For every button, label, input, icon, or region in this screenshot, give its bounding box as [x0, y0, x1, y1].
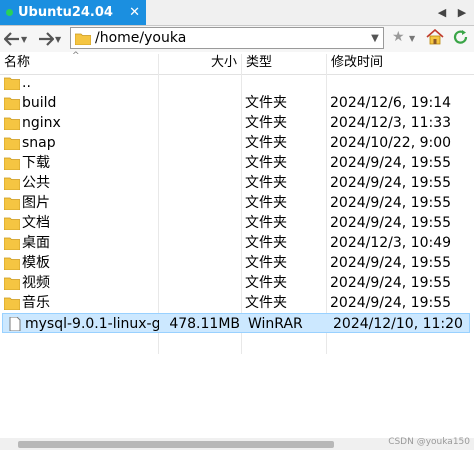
- file-name: ..: [22, 75, 31, 91]
- column-type[interactable]: 类型: [246, 52, 326, 74]
- folder-icon: [4, 217, 20, 230]
- folder-row[interactable]: 视频 文件夹 2024/9/24, 19:55: [0, 273, 474, 293]
- file-modified: 2024/12/6, 19:14: [330, 95, 452, 111]
- file-type: 文件夹: [245, 155, 287, 171]
- file-name: mysql-9.0.1-linux-gl...: [25, 316, 159, 332]
- path-input[interactable]: /home/youka ▼: [70, 27, 384, 49]
- file-modified: 2024/12/10, 11:20: [333, 316, 463, 332]
- refresh-button[interactable]: [452, 29, 470, 49]
- back-arrow-icon: [4, 32, 19, 46]
- home-button[interactable]: [426, 28, 444, 49]
- file-modified: 2024/9/24, 19:55: [330, 295, 452, 311]
- folder-icon: [4, 77, 20, 90]
- file-type: 文件夹: [245, 255, 287, 271]
- folder-icon: [4, 297, 20, 310]
- column-modified[interactable]: 修改时间: [331, 52, 471, 74]
- file-modified: 2024/12/3, 10:49: [330, 235, 452, 251]
- folder-icon: [4, 117, 20, 130]
- connection-status-icon: [6, 9, 13, 16]
- path-text: /home/youka: [95, 30, 187, 46]
- bookmark-dropdown-icon[interactable]: ▼: [409, 34, 415, 43]
- folder-row[interactable]: 图片 文件夹 2024/9/24, 19:55: [0, 193, 474, 213]
- file-type: 文件夹: [245, 135, 287, 151]
- toolbar: ▼ ▼ /home/youka ▼ ★ ▼: [0, 26, 474, 52]
- file-type: 文件夹: [245, 275, 287, 291]
- tab-bar: Ubuntu24.04 ✕ ◀ ▶: [0, 0, 474, 26]
- scroll-right-icon[interactable]: ▶: [454, 4, 470, 20]
- close-tab-icon[interactable]: ✕: [129, 5, 140, 20]
- folder-icon: [4, 237, 20, 250]
- file-type: 文件夹: [245, 95, 287, 111]
- refresh-icon: [453, 30, 468, 44]
- folder-icon: [4, 257, 20, 270]
- sort-ascending-icon: ^: [72, 51, 80, 61]
- folder-row[interactable]: build 文件夹 2024/12/6, 19:14: [0, 93, 474, 113]
- forward-button[interactable]: ▼: [38, 29, 61, 49]
- file-type: 文件夹: [245, 215, 287, 231]
- column-header: 名称 ^ 大小 类型 修改时间: [0, 51, 474, 75]
- scroll-left-icon[interactable]: ◀: [434, 4, 450, 20]
- folder-row[interactable]: 桌面 文件夹 2024/12/3, 10:49: [0, 233, 474, 253]
- file-row[interactable]: mysql-9.0.1-linux-gl... 478.11MB WinRAR 202…: [2, 313, 470, 333]
- file-name: 文档: [22, 215, 50, 231]
- folder-icon: [75, 33, 91, 45]
- file-modified: 2024/9/24, 19:55: [330, 255, 452, 271]
- file-name: nginx: [22, 115, 61, 131]
- file-name: build: [22, 95, 57, 111]
- file-type: 文件夹: [245, 235, 287, 251]
- file-type: 文件夹: [245, 295, 287, 311]
- file-name: 模板: [22, 255, 50, 271]
- back-button[interactable]: ▼: [4, 29, 27, 49]
- forward-dropdown-icon[interactable]: ▼: [55, 35, 61, 44]
- folder-icon: [4, 137, 20, 150]
- home-icon: [426, 28, 444, 45]
- folder-icon: [4, 177, 20, 190]
- watermark: CSDN @youka150: [388, 437, 470, 447]
- file-modified: 2024/12/3, 11:33: [330, 115, 452, 131]
- folder-row[interactable]: 公共 文件夹 2024/9/24, 19:55: [0, 173, 474, 193]
- folder-icon: [4, 277, 20, 290]
- forward-arrow-icon: [39, 32, 54, 46]
- file-name: 视频: [22, 275, 50, 291]
- file-name: 桌面: [22, 235, 50, 251]
- session-tab[interactable]: Ubuntu24.04 ✕: [0, 0, 146, 25]
- path-dropdown-icon[interactable]: ▼: [367, 33, 383, 44]
- tab-scroll-controls: ◀ ▶: [434, 4, 470, 20]
- folder-row[interactable]: 下载 文件夹 2024/9/24, 19:55: [0, 153, 474, 173]
- folder-row[interactable]: ..: [0, 73, 474, 93]
- file-type: 文件夹: [245, 195, 287, 211]
- folder-icon: [4, 97, 20, 110]
- folder-icon: [4, 197, 20, 210]
- file-name: 图片: [22, 195, 50, 211]
- file-modified: 2024/9/24, 19:55: [330, 175, 452, 191]
- file-type: WinRAR: [248, 316, 303, 332]
- file-modified: 2024/10/22, 9:00: [330, 135, 452, 151]
- file-icon: [9, 317, 21, 331]
- folder-row[interactable]: 音乐 文件夹 2024/9/24, 19:55: [0, 293, 474, 313]
- file-modified: 2024/9/24, 19:55: [330, 215, 452, 231]
- file-modified: 2024/9/24, 19:55: [330, 155, 452, 171]
- file-modified: 2024/9/24, 19:55: [330, 275, 452, 291]
- bookmark-star-icon[interactable]: ★: [392, 29, 405, 45]
- folder-row[interactable]: 文档 文件夹 2024/9/24, 19:55: [0, 213, 474, 233]
- back-dropdown-icon[interactable]: ▼: [21, 35, 27, 44]
- file-type: 文件夹: [245, 115, 287, 131]
- folder-row[interactable]: 模板 文件夹 2024/9/24, 19:55: [0, 253, 474, 273]
- column-size[interactable]: 大小: [160, 52, 237, 74]
- file-type: 文件夹: [245, 175, 287, 191]
- folder-row[interactable]: snap 文件夹 2024/10/22, 9:00: [0, 133, 474, 153]
- file-name: 下载: [22, 155, 50, 171]
- tab-title: Ubuntu24.04: [18, 5, 113, 20]
- file-name: 公共: [22, 175, 50, 191]
- file-name: snap: [22, 135, 56, 151]
- file-modified: 2024/9/24, 19:55: [330, 195, 452, 211]
- folder-row[interactable]: nginx 文件夹 2024/12/3, 11:33: [0, 113, 474, 133]
- file-name: 音乐: [22, 295, 50, 311]
- folder-icon: [4, 157, 20, 170]
- file-size: 478.11MB: [169, 316, 240, 332]
- scrollbar-thumb[interactable]: [18, 441, 334, 448]
